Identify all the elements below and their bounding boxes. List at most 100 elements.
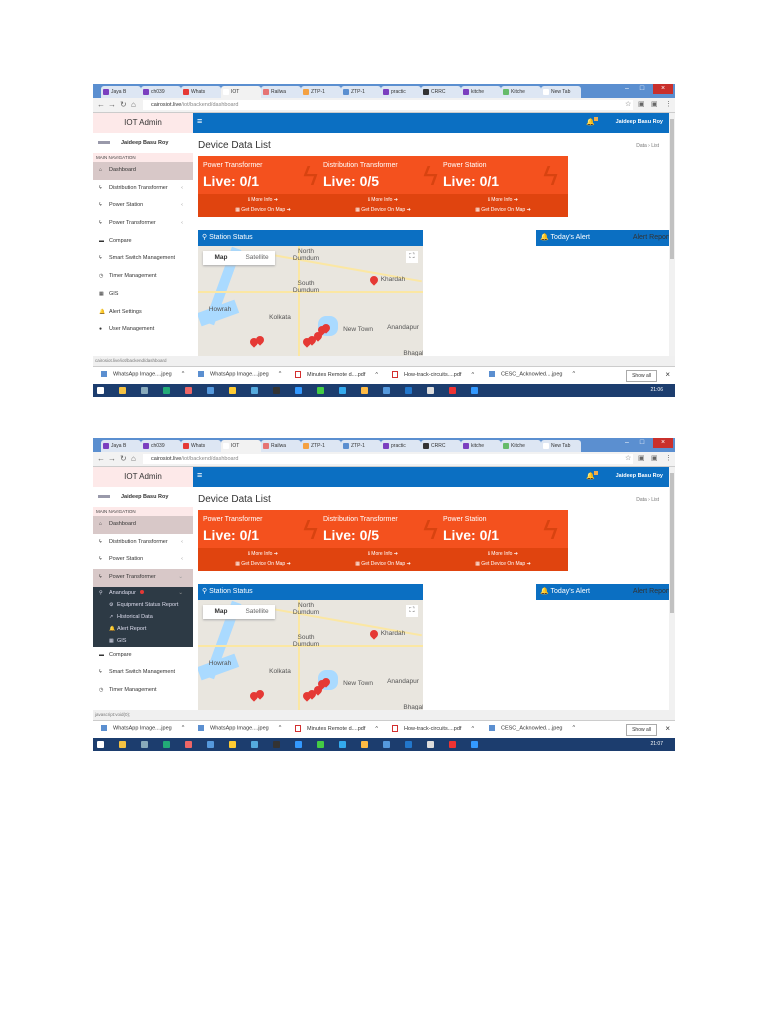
- sidebar-item[interactable]: ◷ Timer Management: [93, 682, 193, 700]
- taskbar-app-icon[interactable]: [361, 387, 368, 394]
- more-info-link[interactable]: ℹ More Info ➔: [318, 549, 448, 559]
- close-icon[interactable]: ×: [653, 84, 673, 94]
- get-device-on-map-link[interactable]: ▦ Get Device On Map ➔: [318, 559, 448, 569]
- chevron-up-icon[interactable]: ^: [572, 371, 575, 377]
- sidebar-item[interactable]: ● User Management: [93, 321, 193, 339]
- satellite-button[interactable]: Satellite: [239, 251, 275, 265]
- hamburger-menu-icon[interactable]: ≡: [197, 116, 202, 126]
- download-item[interactable]: How-track-circuits....pdf ^: [392, 725, 474, 732]
- browser-tab[interactable]: Jaya B: [101, 440, 141, 452]
- browser-tab[interactable]: CRRC: [421, 440, 461, 452]
- browser-tab[interactable]: Kitche: [501, 440, 541, 452]
- minimize-icon[interactable]: –: [620, 438, 634, 448]
- taskbar-app-icon[interactable]: [207, 741, 214, 748]
- browser-tab[interactable]: IOT: [221, 86, 261, 98]
- sidebar-item[interactable]: ⌂ Dashboard: [93, 516, 193, 534]
- download-item[interactable]: CESC_Acknowled....jpeg ^: [489, 725, 575, 731]
- taskbar-app-icon[interactable]: [163, 741, 170, 748]
- taskbar-app-icon[interactable]: [97, 741, 104, 748]
- download-item[interactable]: How-track-circuits....pdf ^: [392, 371, 474, 378]
- browser-tab[interactable]: ZTP-1: [341, 86, 381, 98]
- browser-tab[interactable]: Railwa: [261, 440, 301, 452]
- map-button[interactable]: Map: [203, 605, 239, 619]
- sidebar-item[interactable]: 🔔 Alert Settings: [93, 304, 193, 322]
- submenu-item[interactable]: ↗ Historical Data: [93, 611, 193, 623]
- close-downloads-icon[interactable]: ×: [665, 370, 670, 379]
- map-button[interactable]: Map: [203, 251, 239, 265]
- get-device-on-map-link[interactable]: ▦ Get Device On Map ➔: [438, 205, 568, 215]
- browser-tab[interactable]: CRRC: [421, 86, 461, 98]
- sidebar-item[interactable]: ▬ Compare: [93, 647, 193, 665]
- back-icon[interactable]: ←: [97, 100, 105, 109]
- chevron-up-icon[interactable]: ^: [182, 725, 185, 731]
- header-user-name[interactable]: Jaideep Basu Roy: [616, 473, 663, 479]
- download-item[interactable]: Minutes Remote d....pdf ^: [295, 725, 378, 732]
- maximize-icon[interactable]: □: [635, 438, 649, 448]
- browser-tab[interactable]: Whats: [181, 440, 221, 452]
- taskbar-app-icon[interactable]: [97, 387, 104, 394]
- chevron-up-icon[interactable]: ^: [279, 371, 282, 377]
- submenu-item[interactable]: ⚙ Equipment Status Report: [93, 599, 193, 611]
- satellite-button[interactable]: Satellite: [239, 605, 275, 619]
- browser-tab[interactable]: IOT: [221, 440, 261, 452]
- download-item[interactable]: WhatsApp Image....jpeg ^: [198, 371, 281, 377]
- taskbar-app-icon[interactable]: [427, 741, 434, 748]
- browser-tab[interactable]: New Tab: [541, 86, 581, 98]
- extension-icon[interactable]: ▣: [651, 454, 658, 462]
- submenu-item[interactable]: ⚲ Anandapur ⌄: [93, 587, 193, 599]
- taskbar-app-icon[interactable]: [405, 387, 412, 394]
- browser-tab[interactable]: ZTP-1: [301, 440, 341, 452]
- station-map[interactable]: Map Satellite ⛶ North Dumdum South Dumdum How…: [198, 600, 423, 710]
- browser-tab[interactable]: ch039: [141, 440, 181, 452]
- sidebar-item[interactable]: ϟ Smart Switch Management: [93, 250, 193, 268]
- taskbar-app-icon[interactable]: [449, 387, 456, 394]
- taskbar-app-icon[interactable]: [427, 387, 434, 394]
- menu-icon[interactable]: ⋮: [665, 100, 672, 108]
- taskbar-app-icon[interactable]: [119, 741, 126, 748]
- chevron-up-icon[interactable]: ^: [375, 372, 378, 378]
- more-info-link[interactable]: ℹ More Info ➔: [438, 195, 568, 205]
- more-info-link[interactable]: ℹ More Info ➔: [318, 195, 448, 205]
- chevron-up-icon[interactable]: ^: [572, 725, 575, 731]
- taskbar-app-icon[interactable]: [229, 387, 236, 394]
- taskbar-app-icon[interactable]: [471, 741, 478, 748]
- fullscreen-icon[interactable]: ⛶: [406, 605, 418, 617]
- taskbar-app-icon[interactable]: [361, 741, 368, 748]
- browser-tab[interactable]: kitche: [461, 440, 501, 452]
- more-info-link[interactable]: ℹ More Info ➔: [198, 549, 328, 559]
- taskbar-app-icon[interactable]: [251, 387, 258, 394]
- bookmark-star-icon[interactable]: ☆: [625, 454, 631, 462]
- scrollbar-thumb[interactable]: [670, 473, 674, 613]
- taskbar-app-icon[interactable]: [339, 741, 346, 748]
- taskbar-app-icon[interactable]: [449, 741, 456, 748]
- scrollbar-thumb[interactable]: [670, 119, 674, 259]
- taskbar-app-icon[interactable]: [273, 741, 280, 748]
- submenu-item[interactable]: ▦ GIS: [93, 635, 193, 647]
- sidebar-item[interactable]: ϟ Distribution Transformer ‹: [93, 534, 193, 552]
- taskbar-app-icon[interactable]: [141, 387, 148, 394]
- sidebar-item[interactable]: ϟ Distribution Transformer ‹: [93, 180, 193, 198]
- extension-icon[interactable]: ▣: [638, 454, 645, 462]
- show-all-button[interactable]: Show all: [626, 370, 657, 382]
- menu-icon[interactable]: ⋮: [665, 454, 672, 462]
- sidebar-item[interactable]: ◷ Timer Management: [93, 268, 193, 286]
- forward-icon[interactable]: →: [108, 454, 116, 463]
- fullscreen-icon[interactable]: ⛶: [406, 251, 418, 263]
- download-item[interactable]: WhatsApp Image....jpeg ^: [101, 725, 184, 731]
- submenu-item[interactable]: 🔔 Alert Report: [93, 623, 193, 635]
- taskbar-app-icon[interactable]: [185, 741, 192, 748]
- browser-tab[interactable]: ch039: [141, 86, 181, 98]
- url-input[interactable]: cairosiot.live/iot/backend/dashboard: [143, 454, 633, 464]
- get-device-on-map-link[interactable]: ▦ Get Device On Map ➔: [318, 205, 448, 215]
- breadcrumb-item[interactable]: Data: [636, 143, 647, 149]
- browser-tab[interactable]: ZTP-1: [301, 86, 341, 98]
- extension-icon[interactable]: ▣: [638, 100, 645, 108]
- chevron-up-icon[interactable]: ^: [375, 726, 378, 732]
- get-device-on-map-link[interactable]: ▦ Get Device On Map ➔: [198, 205, 328, 215]
- download-item[interactable]: WhatsApp Image....jpeg ^: [198, 725, 281, 731]
- download-item[interactable]: WhatsApp Image....jpeg ^: [101, 371, 184, 377]
- sidebar-item[interactable]: ϟ Power Station ‹: [93, 551, 193, 569]
- chevron-up-icon[interactable]: ^: [182, 371, 185, 377]
- scrollbar[interactable]: [669, 467, 675, 710]
- sidebar-item[interactable]: ▬ Compare: [93, 233, 193, 251]
